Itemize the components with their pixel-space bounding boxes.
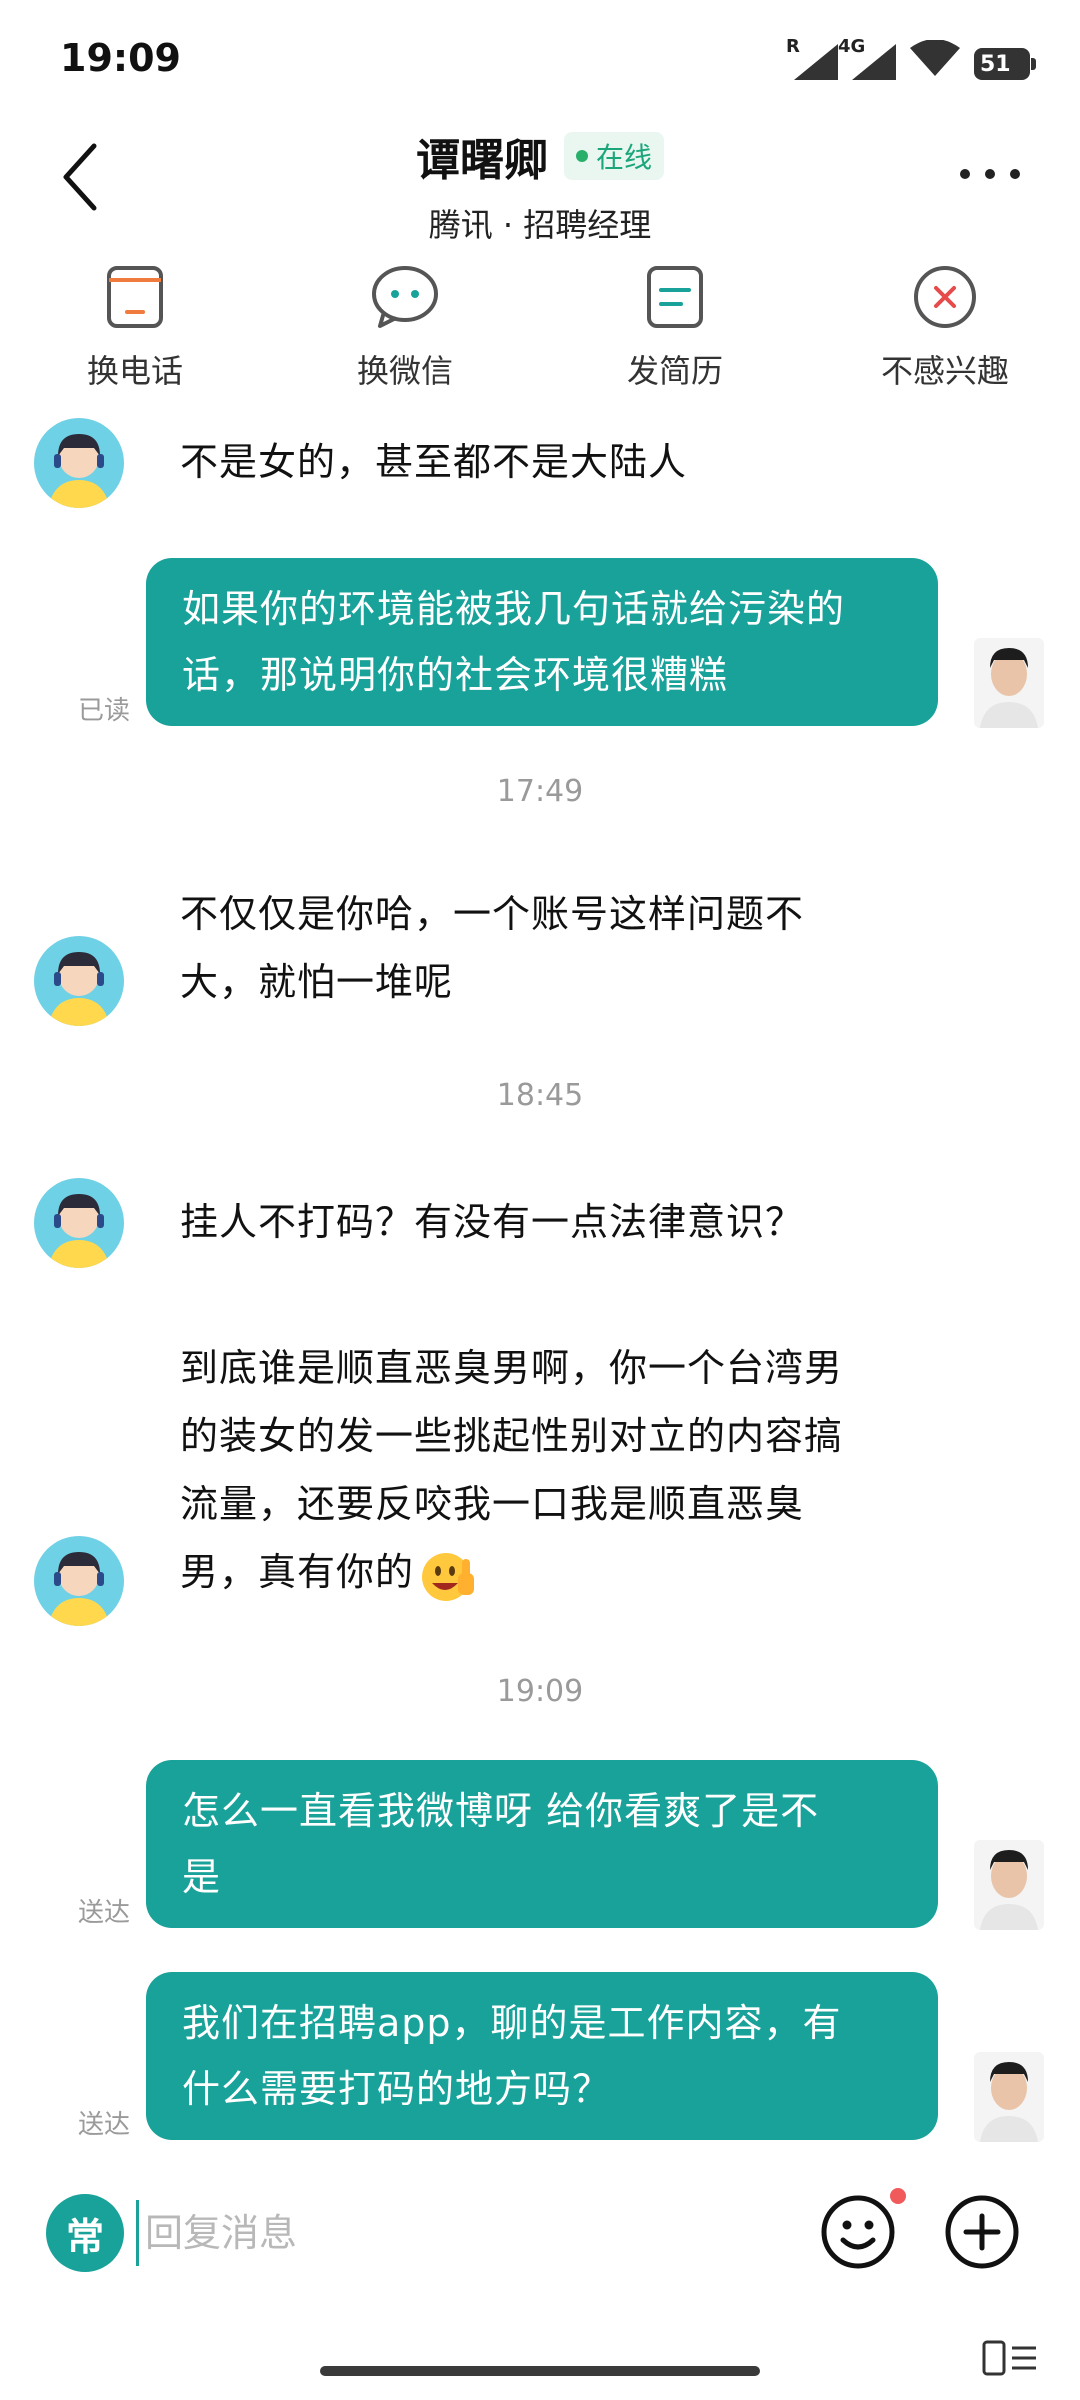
message-text: 到底谁是顺直恶臭男啊，你一个台湾男 的装女的发一些挑起性别对立的内容搞 流量，还… <box>180 1334 843 1606</box>
more-dot-icon <box>985 169 995 179</box>
message-line: 话，那说明你的社会环境很糟糕 <box>182 653 729 697</box>
sent-message-bubble[interactable]: 如果你的环境能被我几句话就给污染的 话，那说明你的社会环境很糟糕 <box>146 558 938 726</box>
online-badge: 在线 <box>563 132 664 180</box>
timestamp: 19:09 <box>496 1674 584 1709</box>
chat-header: 谭曙卿 在线 腾讯 · 招聘经理 <box>0 120 1080 244</box>
send-resume-label: 发简历 <box>626 352 723 390</box>
not-interested-icon <box>910 262 980 332</box>
thumbs-up-emoji-icon <box>422 1552 475 1601</box>
my-avatar[interactable] <box>974 1840 1044 1930</box>
swap-wechat-label: 换微信 <box>356 352 453 390</box>
message-line: 的装女的发一些挑起性别对立的内容搞 <box>180 1414 844 1458</box>
smiley-icon <box>821 2195 895 2269</box>
message-line: 如果你的环境能被我几句话就给污染的 <box>182 587 846 631</box>
online-dot-icon <box>575 150 588 162</box>
more-attachments-button[interactable] <box>942 2192 1022 2272</box>
delivered-status: 送达 <box>78 2110 131 2140</box>
menu-lines-icon <box>982 2340 1036 2376</box>
timestamp: 17:49 <box>496 774 584 809</box>
more-options-button[interactable] <box>960 164 1020 184</box>
message-line: 流量，还要反咬我一口我是顺直恶臭 <box>180 1482 805 1526</box>
my-avatar[interactable] <box>974 638 1044 728</box>
send-resume-button[interactable]: 发简历 <box>540 262 810 402</box>
chat-screen: 19:09 R 4G 51 谭曙卿 在线 腾讯 · 招聘经理 换电话 换微信 发… <box>0 0 1080 2400</box>
wifi-icon <box>910 39 960 80</box>
not-interested-label: 不感兴趣 <box>880 352 1009 390</box>
status-icons: R 4G 51 <box>786 36 1036 80</box>
my-avatar[interactable] <box>974 2052 1044 2142</box>
message-line: 怎么一直看我微博呀 给你看爽了是不 <box>182 1789 820 1833</box>
swap-wechat-button[interactable]: 换微信 <box>270 262 540 402</box>
reply-input[interactable] <box>136 2200 776 2266</box>
read-status: 已读 <box>78 696 131 726</box>
online-label: 在线 <box>595 141 652 174</box>
message-line: 什么需要打码的地方吗？ <box>182 2067 612 2111</box>
common-phrases-button[interactable]: 常 <box>46 2194 124 2272</box>
signal-4g-icon: 4G <box>838 36 896 80</box>
message-line: 大，就怕一堆呢 <box>180 960 454 1004</box>
more-dot-icon <box>960 169 970 179</box>
more-dot-icon <box>1010 169 1020 179</box>
sent-message-bubble[interactable]: 怎么一直看我微博呀 给你看爽了是不 是 <box>146 1760 938 1928</box>
message-line: 不仅仅是你哈，一个账号这样问题不 <box>180 892 805 936</box>
timestamp: 18:45 <box>496 1078 584 1113</box>
contact-name: 谭曙卿 <box>415 135 548 186</box>
message-line: 是 <box>182 1855 222 1899</box>
message-text: 不仅仅是你哈，一个账号这样问题不 大，就怕一堆呢 <box>180 880 804 1016</box>
notification-dot <box>890 2188 906 2204</box>
sent-message-bubble[interactable]: 我们在招聘app，聊的是工作内容，有 什么需要打码的地方吗？ <box>146 1972 938 2140</box>
contact-company-title: 腾讯 · 招聘经理 <box>428 206 652 244</box>
home-indicator[interactable] <box>320 2366 760 2376</box>
delivered-status: 送达 <box>78 1898 131 1928</box>
message-text: 不是女的，甚至都不是大陆人 <box>180 428 687 496</box>
status-time: 19:09 <box>60 36 181 80</box>
message-line: 不是女的，甚至都不是大陆人 <box>180 440 688 484</box>
header-title: 谭曙卿 在线 腾讯 · 招聘经理 <box>0 124 1080 246</box>
signal-roaming-label: R <box>786 36 800 57</box>
battery-icon: 51 <box>974 48 1036 80</box>
swap-phone-label: 换电话 <box>86 352 183 390</box>
signal-icon: R <box>786 36 838 80</box>
battery-level: 51 <box>980 51 1011 77</box>
message-line: 挂人不打码？有没有一点法律意识？ <box>180 1200 805 1244</box>
message-line: 我们在招聘app，聊的是工作内容，有 <box>182 2001 842 2045</box>
message-line-with-emoji: 男，真有你的 <box>180 1538 843 1606</box>
action-bar: 换电话 换微信 发简历 不感兴趣 <box>0 262 1080 402</box>
recruiter-avatar[interactable] <box>34 418 124 508</box>
message-text: 挂人不打码？有没有一点法律意识？ <box>180 1188 804 1256</box>
swap-phone-button[interactable]: 换电话 <box>0 262 270 402</box>
message-line: 到底谁是顺直恶臭男啊，你一个台湾男 <box>180 1346 844 1390</box>
wechat-icon <box>370 262 440 332</box>
emoji-button[interactable] <box>818 2192 898 2272</box>
recruiter-avatar[interactable] <box>34 936 124 1026</box>
plus-icon <box>945 2195 1019 2269</box>
recruiter-avatar[interactable] <box>34 1178 124 1268</box>
not-interested-button[interactable]: 不感兴趣 <box>810 262 1080 402</box>
phone-icon <box>100 262 170 332</box>
recruiter-avatar[interactable] <box>34 1536 124 1626</box>
status-bar: 19:09 R 4G 51 <box>0 0 1080 120</box>
resume-icon <box>640 262 710 332</box>
signal-4g-label: 4G <box>838 36 866 57</box>
message-line: 男，真有你的 <box>180 1550 415 1594</box>
reply-bar: 常 <box>0 2170 1080 2300</box>
